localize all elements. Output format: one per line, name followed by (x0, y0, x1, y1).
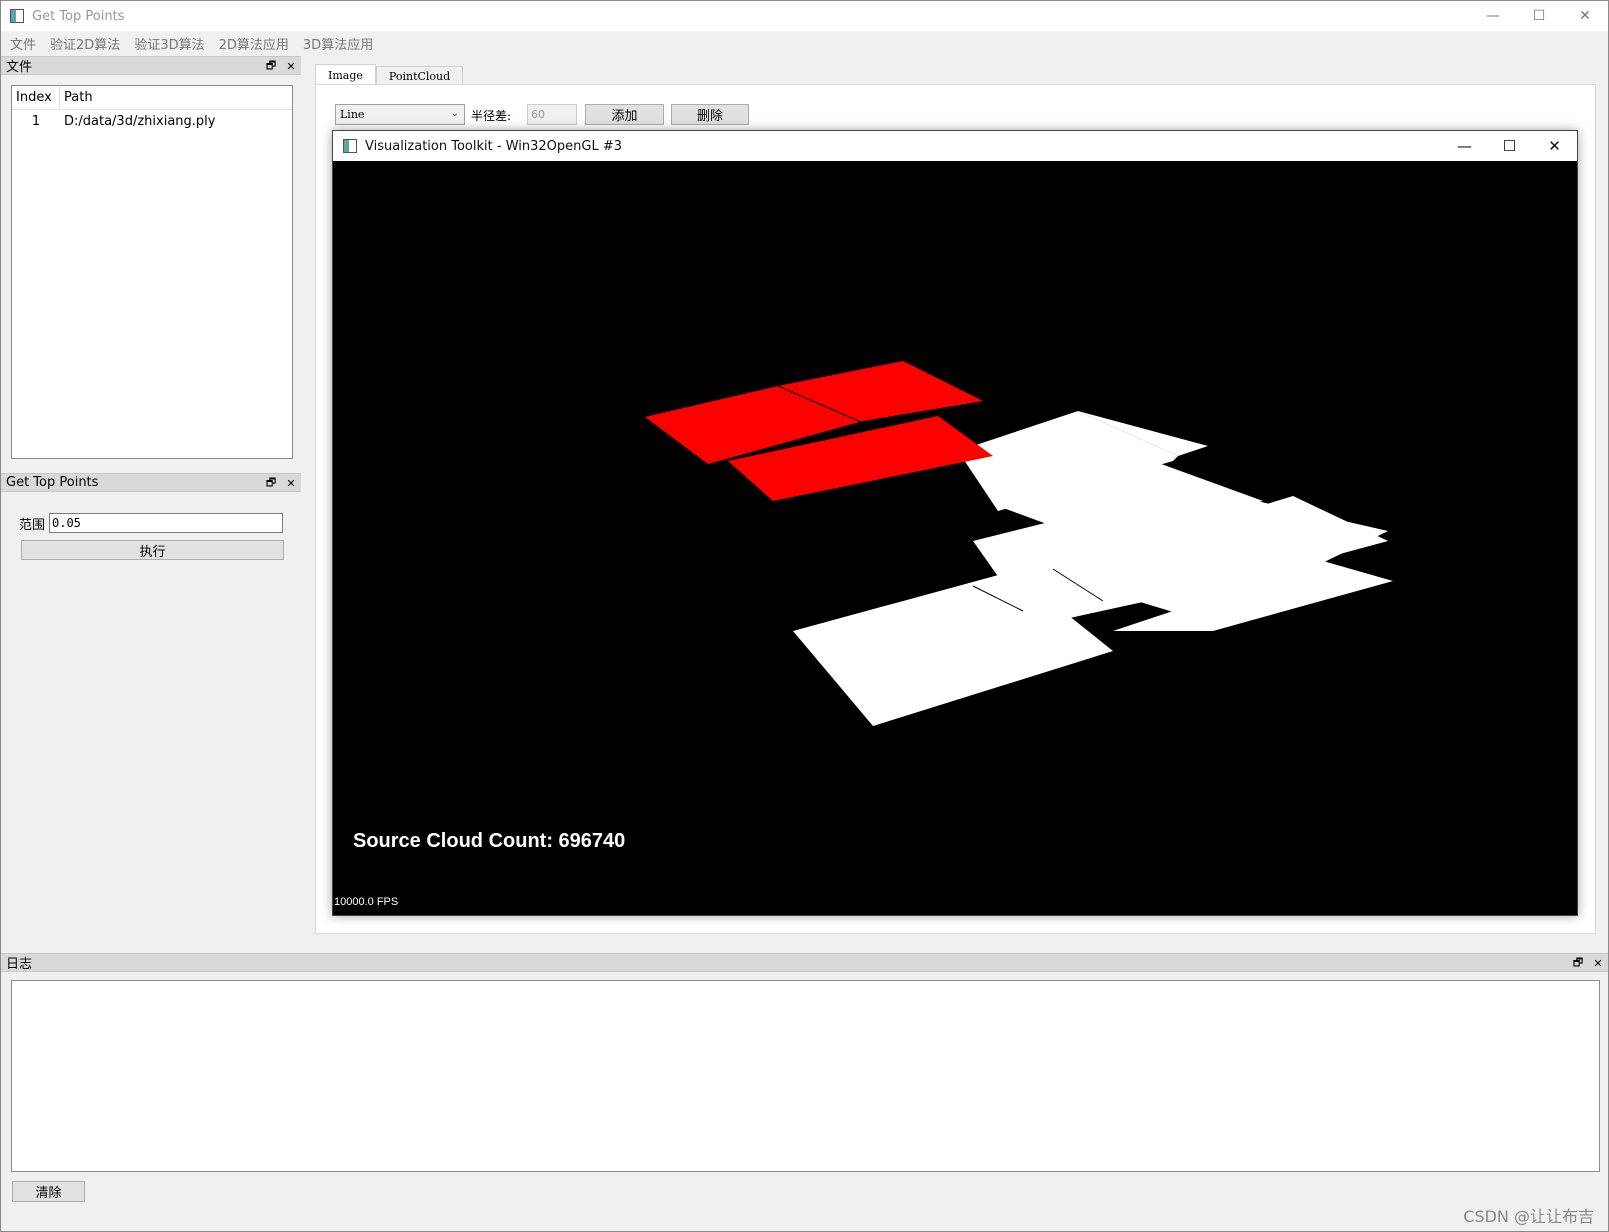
top-points-dock-controls: 🗗 ✕ (265, 474, 297, 492)
menu-bar: 文件 验证2D算法 验证3D算法 2D算法应用 3D算法应用 (1, 32, 380, 54)
file-table[interactable]: Index Path 1 D:/data/3d/zhixiang.ply (11, 85, 293, 459)
menu-verify-2d[interactable]: 验证2D算法 (43, 34, 127, 53)
vtk-window[interactable]: Visualization Toolkit - Win32OpenGL #3 —… (332, 130, 1578, 916)
float-icon[interactable]: 🗗 (265, 474, 277, 493)
point-cloud-render (645, 361, 1393, 726)
vtk-app-icon (343, 139, 357, 153)
vtk-render-view[interactable]: Source Cloud Count: 696740 10000.0 FPS (333, 161, 1577, 915)
menu-apply-3d[interactable]: 3D算法应用 (296, 34, 380, 53)
fps-label: 10000.0 FPS (334, 896, 399, 908)
delete-button[interactable]: 删除 (671, 104, 749, 125)
row-index: 1 (31, 113, 41, 129)
vtk-window-controls: — ☐ ✕ (1442, 131, 1577, 161)
float-icon[interactable]: 🗗 (1572, 954, 1584, 973)
run-button[interactable]: 执行 (21, 540, 284, 560)
range-input[interactable]: 0.05 (49, 513, 283, 533)
close-button[interactable]: ✕ (1562, 1, 1608, 31)
maximize-button[interactable]: ☐ (1516, 1, 1562, 31)
range-row: 范围 0.05 (19, 513, 283, 533)
cloud-count-label: Source Cloud Count: 696740 (353, 830, 626, 852)
add-button[interactable]: 添加 (585, 104, 664, 125)
menu-apply-2d[interactable]: 2D算法应用 (212, 34, 296, 53)
column-header-index[interactable]: Index (12, 85, 60, 110)
top-points-dock-title: Get Top Points (6, 475, 99, 490)
log-dock-controls: 🗗 ✕ (1572, 954, 1604, 972)
file-table-header: Index Path (12, 85, 292, 110)
top-points-dock-header: Get Top Points 🗗 ✕ (1, 473, 301, 492)
tab-pointcloud[interactable]: PointCloud (375, 66, 464, 85)
watermark: CSDN @让让布吉 (1463, 1207, 1594, 1226)
chevron-down-icon: ⌄ (450, 108, 459, 119)
tab-bar: Image PointCloud (315, 64, 464, 86)
log-dock-header: 日志 🗗 ✕ (1, 953, 1608, 972)
point-cloud-red (645, 361, 993, 501)
minimize-button[interactable]: — (1442, 131, 1487, 161)
minimize-button[interactable]: — (1470, 1, 1516, 31)
window-controls: — ☐ ✕ (1470, 1, 1608, 31)
row-path: D:/data/3d/zhixiang.ply (64, 113, 216, 129)
files-dock-header: 文件 🗗 ✕ (1, 56, 301, 75)
table-row[interactable]: 1 D:/data/3d/zhixiang.ply (12, 110, 292, 132)
close-icon[interactable]: ✕ (285, 477, 297, 490)
log-textarea[interactable] (11, 980, 1600, 1172)
range-label: 范围 (19, 517, 46, 533)
menu-file[interactable]: 文件 (3, 34, 43, 53)
log-dock-title: 日志 (6, 957, 33, 972)
close-icon[interactable]: ✕ (1592, 957, 1604, 970)
main-window: Get Top Points — ☐ ✕ 文件 验证2D算法 验证3D算法 2D… (0, 0, 1609, 1232)
window-title: Get Top Points (32, 8, 125, 24)
app-icon (10, 9, 24, 23)
radius-label: 半径差: (471, 109, 512, 123)
radius-input[interactable]: 60 (527, 104, 577, 125)
menu-verify-3d[interactable]: 验证3D算法 (127, 34, 211, 53)
tab-image[interactable]: Image (315, 64, 376, 86)
shape-select[interactable]: Line ⌄ (335, 104, 465, 125)
close-button[interactable]: ✕ (1532, 131, 1577, 161)
maximize-button[interactable]: ☐ (1487, 131, 1532, 161)
column-header-path[interactable]: Path (60, 86, 93, 110)
title-bar: Get Top Points — ☐ ✕ (1, 1, 1608, 31)
vtk-window-title: Visualization Toolkit - Win32OpenGL #3 (365, 138, 622, 154)
shape-select-value: Line (340, 108, 365, 121)
close-icon[interactable]: ✕ (285, 60, 297, 73)
clear-log-button[interactable]: 清除 (12, 1181, 85, 1202)
files-dock-title: 文件 (6, 60, 33, 75)
files-dock-controls: 🗗 ✕ (265, 57, 297, 75)
vtk-title-bar: Visualization Toolkit - Win32OpenGL #3 —… (333, 131, 1577, 161)
float-icon[interactable]: 🗗 (265, 57, 277, 76)
